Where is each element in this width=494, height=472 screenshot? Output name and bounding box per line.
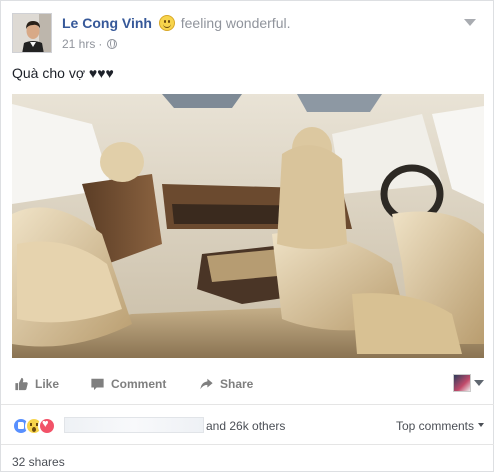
comment-label: Comment	[111, 377, 167, 391]
speech-bubble-icon	[91, 378, 104, 391]
love-reaction-icon[interactable]	[38, 417, 56, 435]
share-label: Share	[220, 377, 254, 391]
post-meta: 21 hrs ·	[62, 37, 118, 51]
share-count[interactable]: 32 shares	[12, 455, 65, 469]
globe-icon[interactable]	[107, 39, 118, 49]
comment-sort-dropdown[interactable]: Top comments	[396, 419, 484, 433]
reactions-bar: and 26k others Top comments	[12, 415, 484, 437]
post-photo[interactable]	[12, 94, 484, 358]
like-label: Like	[35, 377, 60, 391]
meta-separator: ·	[98, 37, 103, 51]
like-button[interactable]: Like	[14, 377, 59, 391]
author-avatar[interactable]	[12, 13, 52, 53]
share-button[interactable]: Share	[199, 377, 253, 391]
divider	[1, 444, 494, 445]
post-card: Le Cong Vinh feeling wonderful. 21 hrs ·…	[0, 0, 494, 472]
avatar-image	[13, 14, 51, 52]
author-line: Le Cong Vinh feeling wonderful.	[62, 15, 291, 31]
viewer-avatar	[453, 374, 471, 392]
feeling-status: feeling wonderful.	[180, 15, 291, 31]
reaction-count[interactable]: and 26k others	[206, 419, 285, 433]
post-timestamp[interactable]: 21 hrs	[62, 37, 95, 51]
comment-button[interactable]: Comment	[90, 377, 166, 391]
post-text: Quà cho vợ ♥♥♥	[12, 65, 114, 81]
divider	[1, 404, 494, 405]
post-header: Le Cong Vinh feeling wonderful. 21 hrs ·	[12, 13, 482, 57]
chevron-down-icon	[474, 380, 484, 386]
car-interior-image	[12, 94, 484, 358]
share-arrow-icon	[200, 378, 213, 390]
smile-emoji-icon	[158, 15, 175, 31]
redacted-names[interactable]	[64, 417, 204, 433]
author-name[interactable]: Le Cong Vinh	[62, 15, 152, 31]
post-as-selector[interactable]	[453, 374, 484, 392]
post-actions: Like Comment Share	[12, 371, 484, 401]
thumbs-up-icon	[15, 377, 28, 391]
chevron-down-icon[interactable]	[464, 19, 476, 26]
